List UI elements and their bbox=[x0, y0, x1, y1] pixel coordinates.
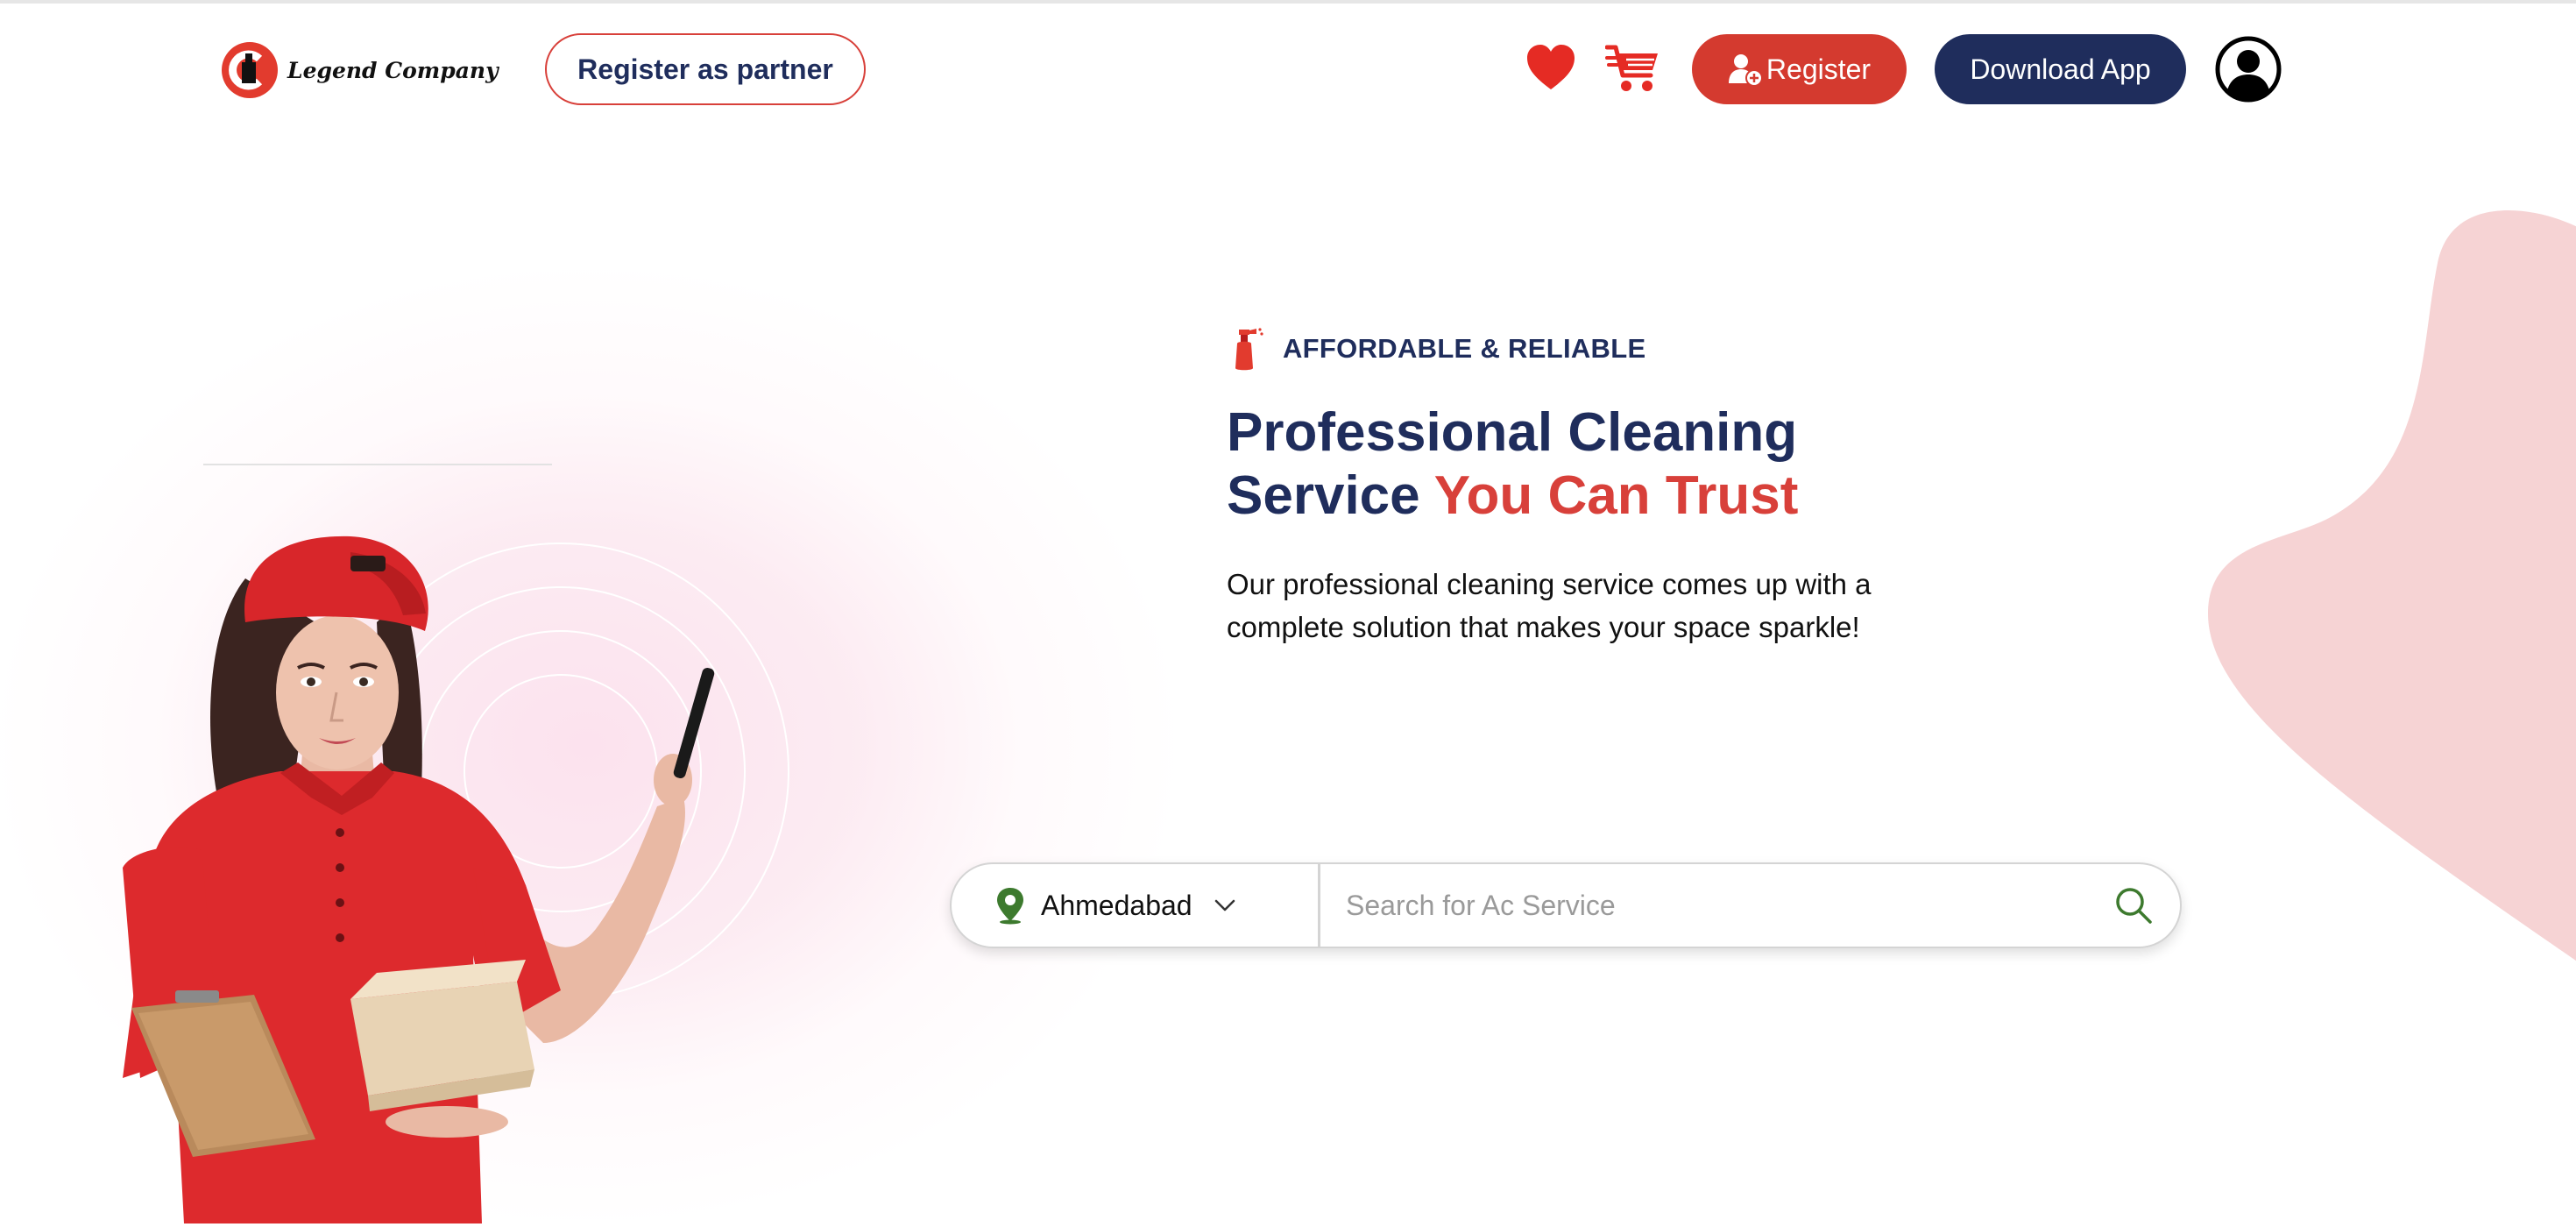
register-label: Register bbox=[1766, 53, 1872, 85]
search-icon[interactable] bbox=[2113, 885, 2154, 926]
decorative-blob bbox=[2208, 210, 2576, 961]
heart-icon[interactable] bbox=[1525, 44, 1576, 91]
chevron-down-icon bbox=[1214, 899, 1235, 911]
cart-icon[interactable] bbox=[1605, 42, 1660, 95]
hero-illustration bbox=[123, 535, 715, 1223]
hero-headline: Professional Cleaning Service You Can Tr… bbox=[1227, 401, 2015, 528]
top-border bbox=[0, 0, 2576, 4]
search-input[interactable] bbox=[1346, 880, 2082, 931]
location-pin-icon bbox=[997, 888, 1023, 925]
search-bar: Ahmedabad bbox=[950, 862, 2182, 948]
tagline-row: AFFORDABLE & RELIABLE bbox=[1227, 324, 1645, 373]
download-app-button[interactable]: Download App bbox=[1935, 34, 2186, 104]
user-add-icon bbox=[1728, 54, 1763, 87]
city-name: Ahmedabad bbox=[1041, 889, 1192, 921]
search-divider bbox=[1318, 864, 1320, 947]
register-button[interactable]: Register bbox=[1692, 34, 1907, 104]
hero-description: Our professional cleaning service comes … bbox=[1227, 568, 1872, 643]
headline-line-2: Service bbox=[1227, 465, 1420, 526]
decorative-line bbox=[203, 464, 552, 465]
register-partner-button[interactable]: Register as partner bbox=[545, 33, 866, 105]
city-selector[interactable]: Ahmedabad bbox=[952, 864, 1318, 947]
account-icon[interactable] bbox=[2215, 36, 2282, 103]
brand-name: Legend Company bbox=[287, 57, 499, 83]
logo-mark-icon bbox=[222, 42, 278, 98]
tagline: AFFORDABLE & RELIABLE bbox=[1283, 333, 1646, 364]
spray-bottle-icon bbox=[1235, 328, 1263, 371]
headline-accent: You Can Trust bbox=[1433, 465, 1799, 526]
brand-logo[interactable]: Legend Company bbox=[221, 40, 499, 100]
headline-line-1: Professional Cleaning bbox=[1227, 402, 1798, 463]
